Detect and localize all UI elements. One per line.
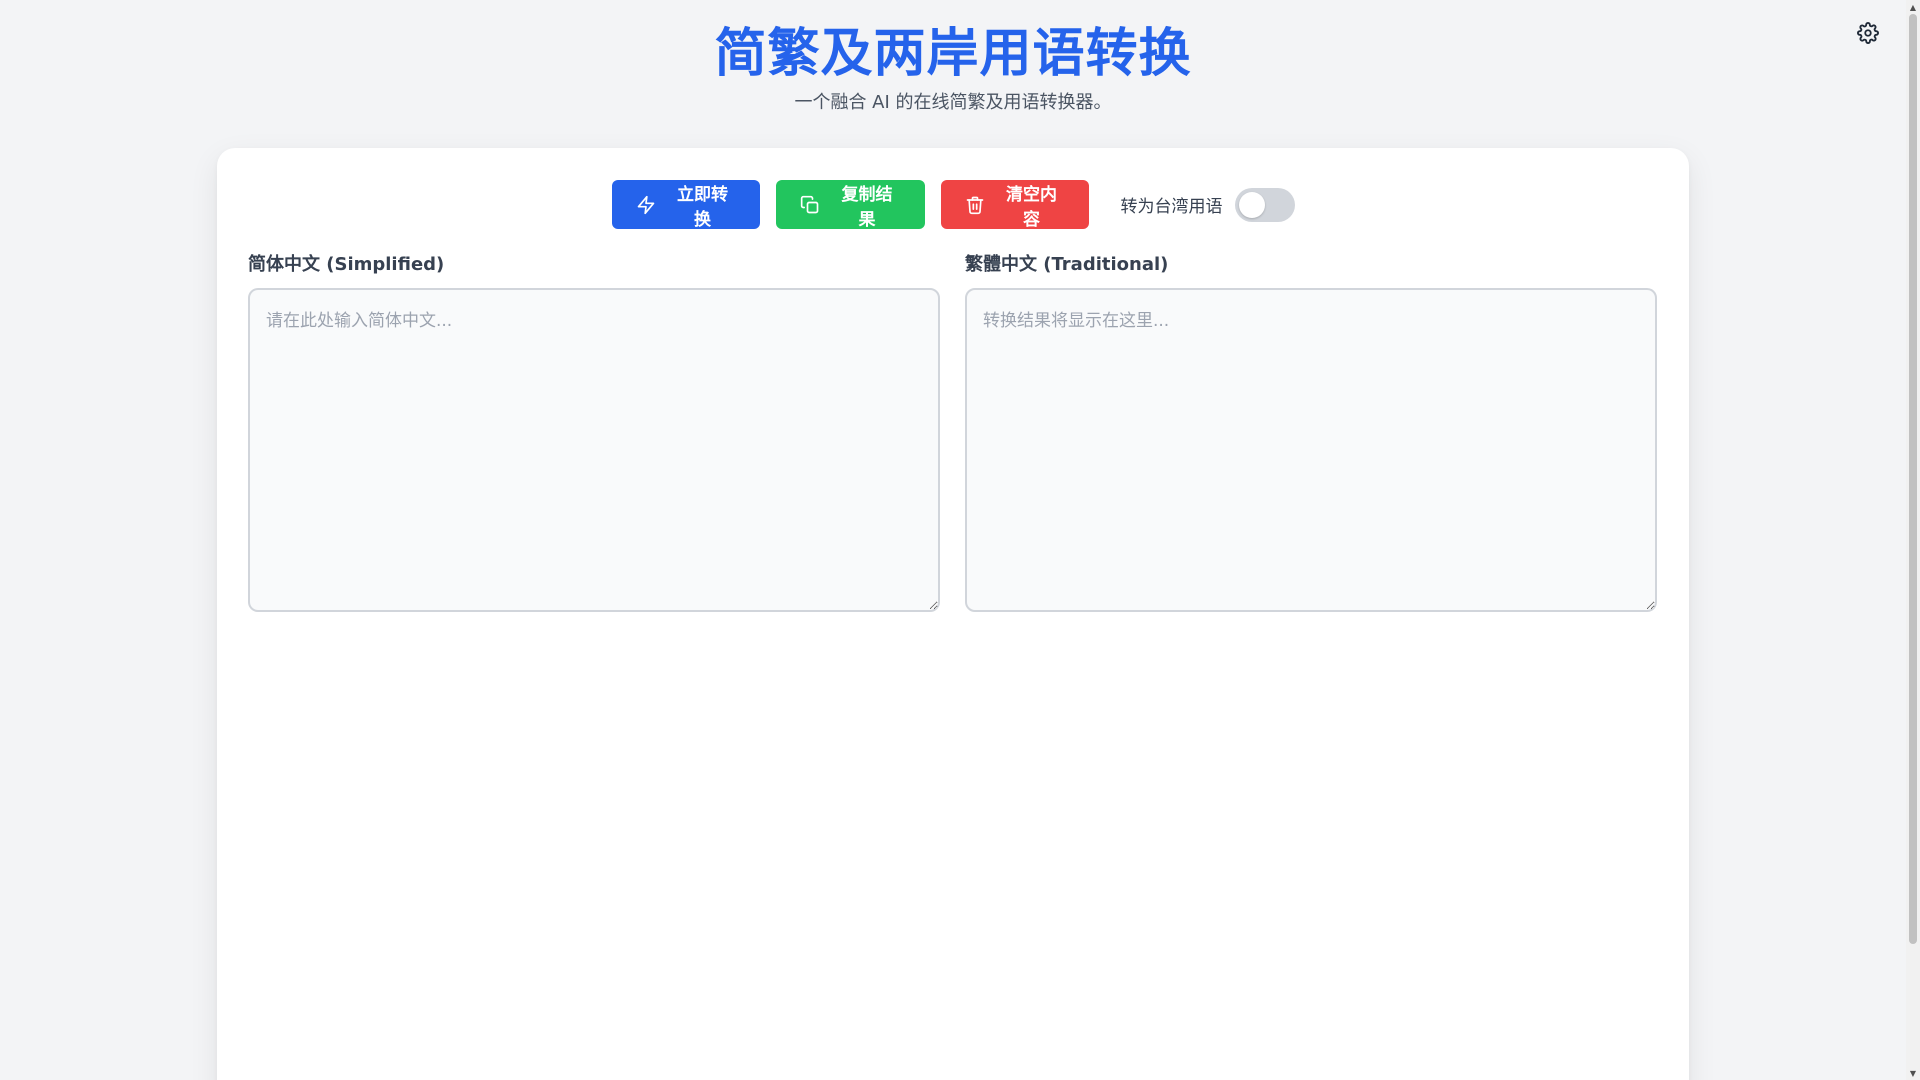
convert-button-label: 立即转换 bbox=[677, 184, 728, 230]
input-panel: 简体中文 (Simplified) bbox=[248, 254, 940, 616]
copy-icon bbox=[800, 195, 820, 215]
taiwan-terms-toggle-group: 转为台湾用语 bbox=[1120, 187, 1295, 222]
simplified-input[interactable] bbox=[248, 288, 940, 612]
traditional-output[interactable] bbox=[965, 288, 1657, 612]
trash-icon bbox=[965, 195, 985, 215]
app-page: 简繁及两岸用语转换 一个融合 AI 的在线简繁及用语转换器。 立即转换 复制结果… bbox=[0, 0, 1920, 1080]
taiwan-terms-toggle[interactable] bbox=[1234, 187, 1295, 222]
page-scrollbar[interactable]: ▲ ▼ bbox=[1906, 0, 1920, 1080]
page-header: 简繁及两岸用语转换 一个融合 AI 的在线简繁及用语转换器。 bbox=[0, 20, 1906, 116]
scrollbar-thumb[interactable] bbox=[1909, 14, 1917, 944]
clear-button-label: 清空内容 bbox=[1006, 184, 1057, 230]
output-panel-label: 繁體中文 (Traditional) bbox=[965, 254, 1169, 275]
input-panel-label: 简体中文 (Simplified) bbox=[248, 254, 445, 275]
lightning-icon bbox=[636, 195, 656, 215]
copy-result-button[interactable]: 复制结果 bbox=[775, 180, 925, 230]
clear-content-button[interactable]: 清空内容 bbox=[940, 180, 1089, 230]
convert-button[interactable]: 立即转换 bbox=[611, 180, 760, 230]
page-subtitle: 一个融合 AI 的在线简繁及用语转换器。 bbox=[794, 92, 1112, 113]
toolbar: 立即转换 复制结果 清空内容 转为台湾用语 bbox=[217, 180, 1689, 230]
scroll-down-arrow-icon[interactable]: ▼ bbox=[1906, 1066, 1920, 1080]
scroll-up-arrow-icon[interactable]: ▲ bbox=[1906, 0, 1920, 14]
output-panel: 繁體中文 (Traditional) bbox=[965, 254, 1657, 616]
page-title: 简繁及两岸用语转换 bbox=[714, 24, 1192, 84]
converter-card: 立即转换 复制结果 清空内容 转为台湾用语 简体中文 (Simplified) … bbox=[217, 148, 1689, 1080]
toggle-knob bbox=[1238, 191, 1265, 218]
copy-button-label: 复制结果 bbox=[841, 184, 893, 230]
toggle-label: 转为台湾用语 bbox=[1120, 197, 1223, 217]
